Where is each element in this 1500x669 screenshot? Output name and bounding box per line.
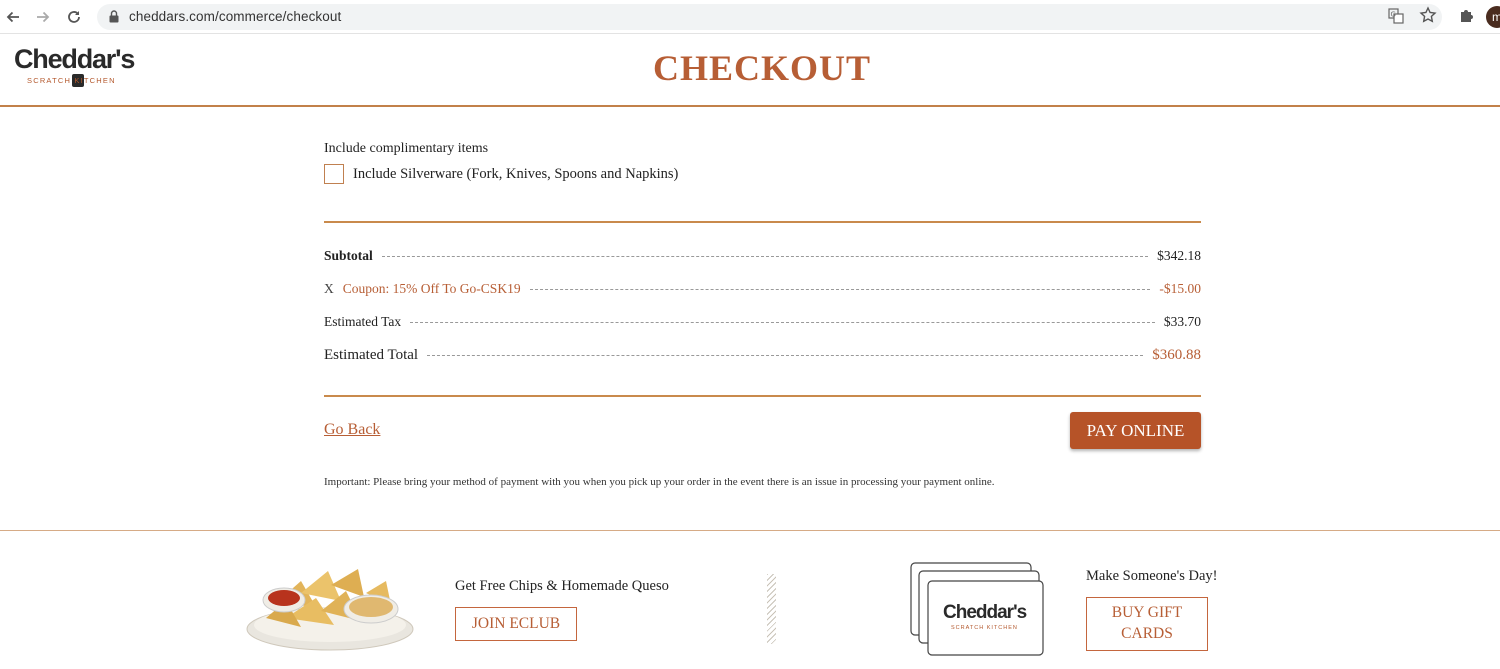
- bookmark-star-icon[interactable]: [1419, 6, 1437, 29]
- gift-card-subtext: SCRATCH KITCHEN: [951, 625, 1018, 631]
- promo-divider: [767, 574, 776, 644]
- buy-gift-cards-button[interactable]: BUY GIFT CARDS: [1086, 597, 1208, 651]
- summary-top-divider: [324, 221, 1201, 223]
- back-arrow-icon[interactable]: [2, 6, 24, 28]
- total-row: Estimated Total $360.88: [324, 347, 1201, 364]
- profile-avatar[interactable]: m: [1486, 6, 1500, 28]
- reload-icon[interactable]: [63, 6, 85, 28]
- gift-promo-text: Make Someone's Day!: [1086, 568, 1218, 584]
- translate-icon[interactable]: G: [1388, 8, 1404, 29]
- dotted-leader: [381, 256, 1149, 257]
- site-header: Cheddar's SCRATCH KITCHEN CHECKOUT: [0, 34, 1500, 107]
- tax-row: Estimated Tax $33.70: [324, 314, 1201, 330]
- extensions-puzzle-icon[interactable]: [1458, 6, 1476, 29]
- eclub-promo-text: Get Free Chips & Homemade Queso: [455, 578, 669, 594]
- silverware-option[interactable]: Include Silverware (Fork, Knives, Spoons…: [324, 164, 678, 184]
- total-label: Estimated Total: [324, 347, 419, 363]
- tax-label: Estimated Tax: [324, 314, 402, 329]
- page-title: CHECKOUT: [652, 48, 872, 88]
- tax-value: $33.70: [1163, 314, 1201, 329]
- remove-coupon-button[interactable]: X: [324, 281, 334, 297]
- dotted-leader: [410, 322, 1155, 323]
- gift-cards-image: Cheddar's SCRATCH KITCHEN: [909, 561, 1049, 661]
- join-eclub-button[interactable]: JOIN ECLUB: [455, 607, 577, 641]
- complimentary-heading: Include complimentary items: [324, 141, 489, 156]
- summary-bottom-divider: [324, 395, 1201, 397]
- silverware-label: Include Silverware (Fork, Knives, Spoons…: [353, 165, 679, 182]
- silverware-checkbox[interactable]: [324, 164, 344, 184]
- pay-online-button[interactable]: PAY ONLINE: [1070, 412, 1201, 449]
- coupon-value: -$15.00: [1159, 281, 1201, 296]
- dotted-leader: [529, 289, 1151, 290]
- total-value: $360.88: [1152, 347, 1201, 363]
- lock-icon: [109, 10, 119, 28]
- browser-toolbar: cheddars.com/commerce/checkout G m: [0, 0, 1500, 34]
- go-back-link[interactable]: Go Back: [324, 421, 380, 439]
- chips-queso-image: [246, 563, 416, 653]
- subtotal-label: Subtotal: [324, 248, 373, 263]
- gift-card-logo: Cheddar's: [943, 602, 1027, 623]
- payment-notice: Important: Please bring your method of p…: [324, 476, 995, 488]
- subtotal-row: Subtotal $342.18: [324, 248, 1201, 264]
- url-text: cheddars.com/commerce/checkout: [129, 9, 342, 24]
- footer-divider: [0, 530, 1500, 531]
- coupon-label: Coupon: 15% Off To Go-CSK19: [342, 281, 521, 296]
- coupon-row: X Coupon: 15% Off To Go-CSK19 -$15.00: [324, 281, 1201, 297]
- forward-arrow-icon[interactable]: [32, 6, 54, 28]
- svg-text:G: G: [1391, 11, 1396, 19]
- subtotal-value: $342.18: [1157, 248, 1201, 263]
- address-bar[interactable]: cheddars.com/commerce/checkout: [97, 4, 1442, 30]
- dotted-leader: [427, 355, 1144, 356]
